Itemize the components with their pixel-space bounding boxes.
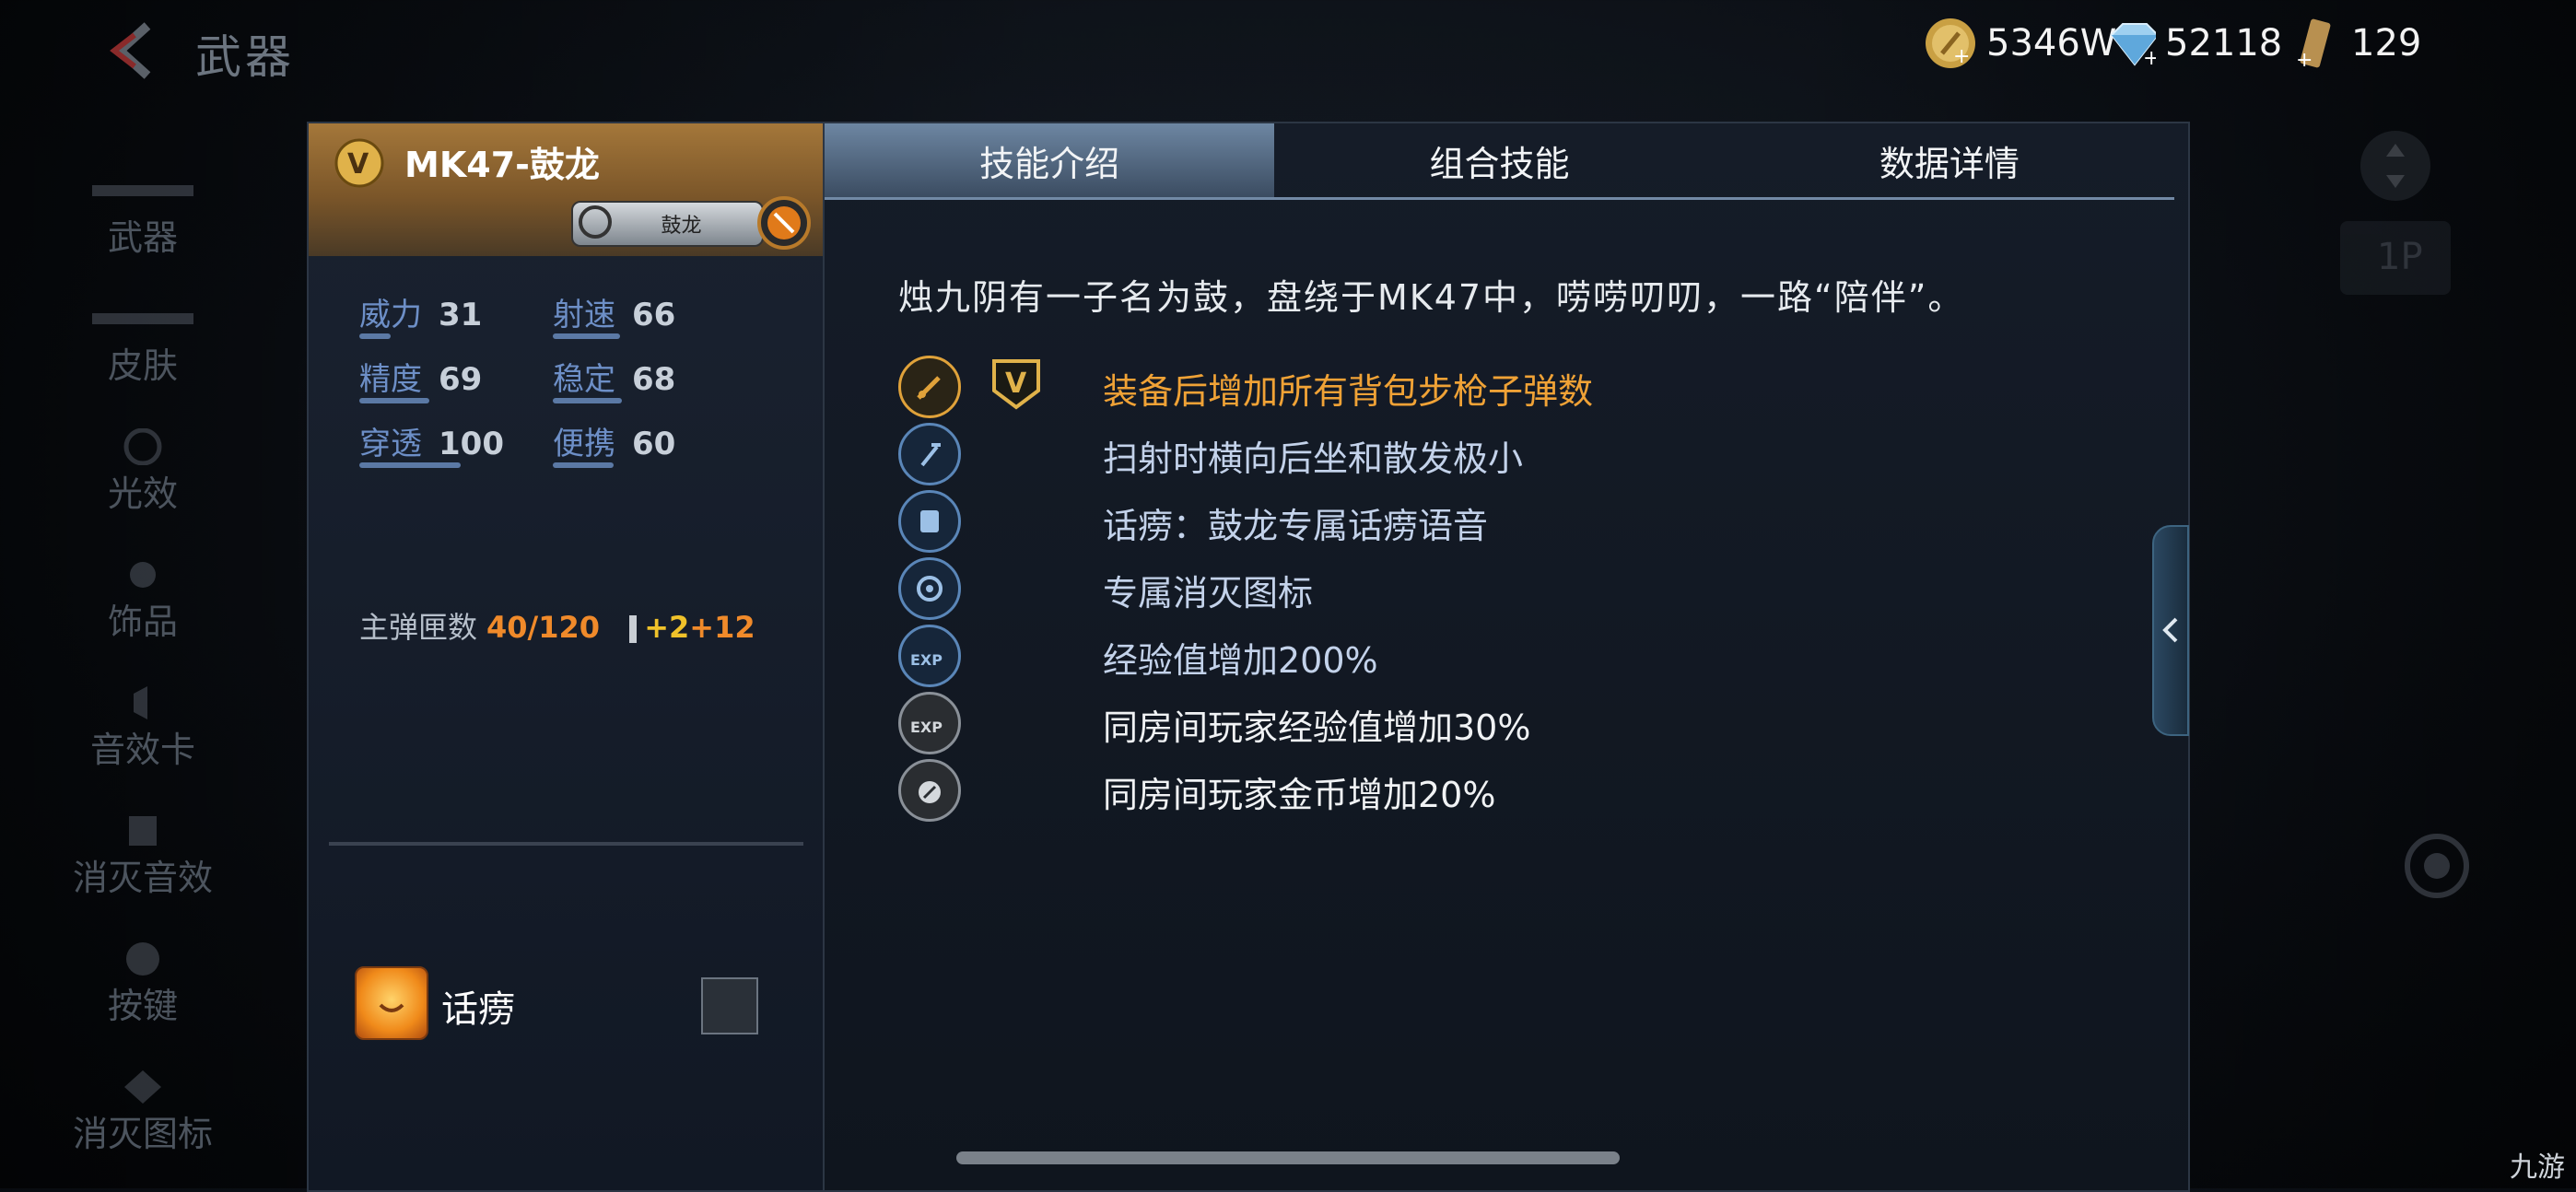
ammo-bonus-1: +2 (644, 610, 690, 645)
skill-list: V 装备后增加所有背包步枪子弹数 扫射时横向后坐和散发极小 话痨：鼓龙专属话痨语… (898, 352, 2096, 823)
skin-icon (92, 300, 193, 337)
gold-coin-icon: + (1924, 17, 1977, 70)
gold-amount: 5346W (1986, 22, 2117, 64)
svg-text:+: + (1953, 45, 1970, 68)
watermark: 九游 (2510, 1151, 2565, 1184)
back-button[interactable] (101, 18, 166, 83)
nav-item-weapon[interactable]: 武器 (18, 152, 267, 280)
currency-ticket[interactable]: + 129 (2289, 17, 2421, 70)
nav-item-sound-card[interactable]: 音效卡 (18, 664, 267, 792)
stat-bar (553, 333, 620, 339)
rifle-ammo-icon (898, 356, 961, 418)
page-title: 武器 (195, 30, 295, 84)
weapon-name: MK47-鼓龙 (404, 145, 600, 185)
bullet-icon (629, 615, 638, 643)
effect-icon (92, 427, 193, 466)
svg-text:V: V (1005, 368, 1027, 400)
kill-sound-icon (92, 812, 193, 849)
nav-item-kill-icon[interactable]: 消灭图标 (18, 1048, 267, 1176)
weapon-tag-label: 鼓龙 (661, 215, 702, 238)
ticket-amount: 129 (2351, 22, 2422, 64)
skill-item: V 装备后增加所有背包步枪子弹数 (898, 352, 2096, 419)
fire-button-icon (2405, 834, 2469, 902)
stat-bar (359, 462, 461, 468)
room-exp-icon: EXP (898, 692, 961, 754)
weapon-tag-badge: 鼓龙 (571, 201, 764, 247)
nav-item-keys[interactable]: 按键 (18, 920, 267, 1048)
keys-icon (92, 941, 193, 977)
skill-item: EXP 经验值增加200% (898, 621, 2096, 688)
skill-item: 扫射时横向后坐和散发极小 (898, 419, 2096, 486)
stat-bar (359, 398, 429, 403)
player-slot-icon: 1P (2340, 221, 2451, 295)
stat-fire-rate: 射速 66 (553, 289, 746, 354)
chevron-left-icon (110, 22, 151, 79)
stat-penetration: 穿透 100 (359, 418, 553, 483)
v-rank-icon: V (989, 356, 1044, 411)
svg-text:+: + (2296, 49, 2313, 70)
kill-mark-icon (898, 557, 961, 620)
currency-diamond[interactable]: + 52118 (2102, 17, 2282, 70)
tab-bar: 技能介绍 组合技能 数据详情 (825, 123, 2174, 200)
svg-text:EXP: EXP (910, 651, 943, 669)
ammo-value: 40/120 (486, 610, 601, 645)
dpad-icon (2359, 129, 2432, 206)
tab-combo-skills[interactable]: 组合技能 (1274, 123, 1724, 197)
diamond-amount: 52118 (2165, 22, 2283, 64)
skill-item: 专属消灭图标 (898, 554, 2096, 621)
skill-item: 同房间玩家金币增加20% (898, 755, 2096, 823)
weapon-stats: 威力 31 射速 66 精度 69 稳定 68 穿透 100 便携 60 (359, 289, 746, 483)
ammo-label: 主弹匣数 (359, 610, 478, 645)
dragon-emblem-icon (579, 205, 612, 239)
expand-panel-button[interactable] (2152, 525, 2189, 736)
weapon-card-header: V MK47-鼓龙 鼓龙 (309, 123, 825, 256)
nav-item-kill-sound[interactable]: 消灭音效 (18, 792, 267, 920)
currency-gold[interactable]: + 5346W (1924, 17, 2116, 70)
skill-panel: 技能介绍 组合技能 数据详情 烛九阴有一子名为鼓，盘绕于MK47中，唠唠叨叨，一… (823, 122, 2190, 1192)
voice-icon (898, 490, 961, 553)
stat-power: 威力 31 (359, 289, 553, 354)
svg-text:+: + (2143, 47, 2156, 70)
nav-item-effect[interactable]: 光效 (18, 408, 267, 536)
recoil-icon (898, 423, 961, 485)
weapon-description: 烛九阴有一子名为鼓，盘绕于MK47中，唠唠叨叨，一路“陪伴”。 (898, 277, 1965, 318)
voice-checkbox[interactable] (701, 977, 758, 1034)
accessory-icon (92, 556, 193, 593)
skill-item: EXP 同房间玩家经验值增加30% (898, 688, 2096, 755)
ammo-info: 主弹匣数 40/120 +2+12 (359, 604, 755, 647)
rifle-icon (92, 172, 193, 209)
stat-bar (553, 462, 614, 468)
skill-item: 话痨：鼓龙专属话痨语音 (898, 486, 2096, 554)
voice-label: 话痨 (441, 988, 515, 1031)
ammo-bonus-2: +12 (689, 610, 755, 645)
kill-badge-icon (92, 1069, 193, 1105)
v-rank-icon: V (334, 138, 384, 188)
stat-portability: 便携 60 (553, 418, 746, 483)
divider (329, 842, 803, 846)
exp-icon: EXP (898, 625, 961, 687)
tab-skill-intro[interactable]: 技能介绍 (825, 123, 1275, 197)
ticket-icon: + (2289, 17, 2342, 70)
scrollbar[interactable] (956, 1151, 1620, 1164)
weapon-type-icon (756, 195, 812, 251)
nav-item-skin[interactable]: 皮肤 (18, 280, 267, 408)
speaker-icon (92, 684, 193, 721)
nav-item-accessory[interactable]: 饰品 (18, 536, 267, 664)
stat-stability: 稳定 68 (553, 354, 746, 418)
stat-accuracy: 精度 69 (359, 354, 553, 418)
svg-text:1P: 1P (2377, 236, 2423, 278)
diamond-icon: + (2102, 17, 2156, 70)
chevron-left-icon (2162, 617, 2178, 643)
tab-data-details[interactable]: 数据详情 (1725, 123, 2174, 197)
voice-toggle-row: 话痨 (355, 966, 788, 1040)
stat-bar (553, 398, 622, 403)
weapon-card: V MK47-鼓龙 鼓龙 威力 31 射速 66 精度 69 稳定 68 穿透 100 便… (307, 122, 826, 1192)
svg-text:V: V (347, 148, 369, 181)
side-nav: 武器 皮肤 光效 饰品 音效卡 消灭音效 按键 消灭图标 (18, 152, 267, 1176)
stat-bar (359, 333, 391, 339)
svg-text:EXP: EXP (910, 719, 943, 736)
chatter-face-icon (355, 966, 428, 1040)
room-gold-icon (898, 759, 961, 822)
